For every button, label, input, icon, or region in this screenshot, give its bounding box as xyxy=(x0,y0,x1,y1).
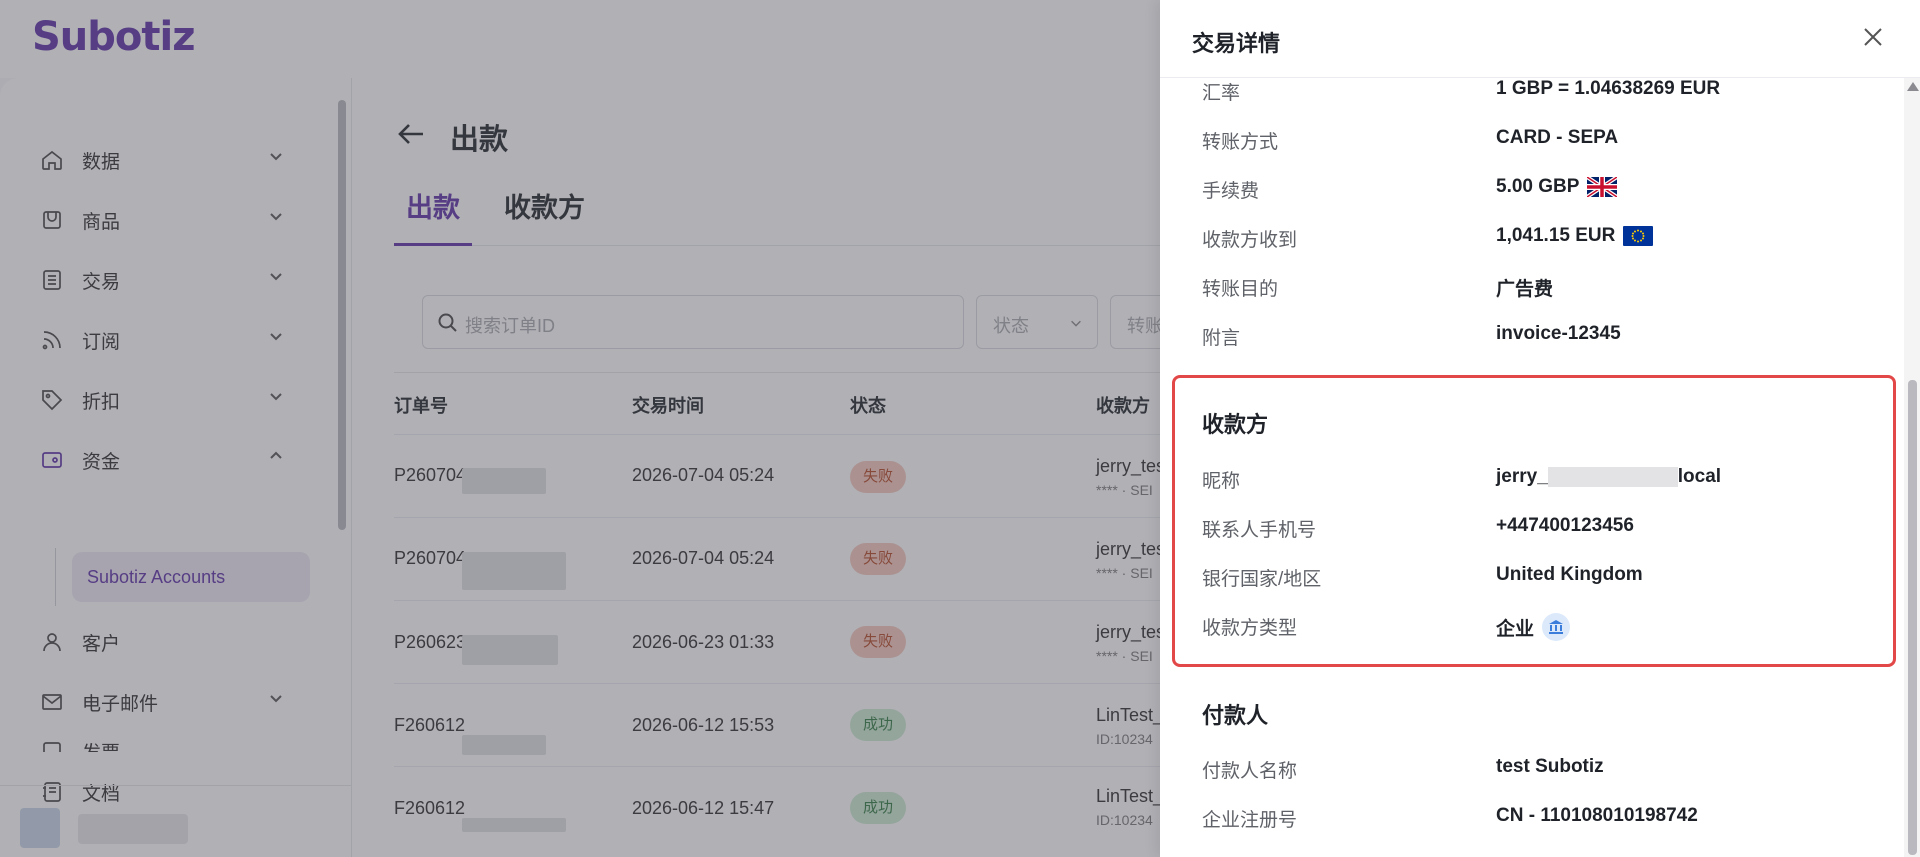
detail-label: 转账目的 xyxy=(1202,279,1279,300)
detail-value: CARD - SEPA xyxy=(1496,127,1619,148)
detail-value: CN - 110108010198742 xyxy=(1496,805,1698,826)
detail-value: invoice-12345 xyxy=(1496,323,1621,344)
detail-value: 5.00 GBP xyxy=(1496,176,1618,198)
scroll-up-arrow-icon[interactable] xyxy=(1907,82,1919,91)
detail-label: 企业注册号 xyxy=(1202,810,1298,831)
drawer-title: 交易详情 xyxy=(1192,31,1281,56)
transaction-detail-drawer: 交易详情 汇率 1 GBP = 1.04638269 EUR 转账方式 CARD… xyxy=(1160,0,1920,857)
detail-value: United Kingdom xyxy=(1496,564,1643,585)
detail-row-nickname: 昵称 jerry_ local xyxy=(1202,466,1852,496)
detail-value: 广告费 xyxy=(1496,279,1554,300)
nickname-blurred xyxy=(1547,467,1678,487)
detail-value: +447400123456 xyxy=(1496,515,1634,536)
payee-section-title: 收款方 xyxy=(1202,412,1269,437)
detail-row-bank-country: 银行国家/地区 United Kingdom xyxy=(1202,564,1852,594)
detail-row-remark: 附言 invoice-12345 xyxy=(1202,323,1852,353)
detail-row-fee: 手续费 5.00 GBP xyxy=(1202,176,1852,206)
bank-icon xyxy=(1542,613,1571,641)
detail-row-transfer-purpose: 转账目的 广告费 xyxy=(1202,274,1852,304)
detail-label: 收款方类型 xyxy=(1202,618,1298,639)
detail-row-transfer-method: 转账方式 CARD - SEPA xyxy=(1202,127,1852,157)
detail-row-payee-type: 收款方类型 企业 xyxy=(1202,613,1852,643)
detail-value: 1,041.15 EUR xyxy=(1496,225,1654,247)
payer-section-title: 付款人 xyxy=(1202,703,1269,728)
detail-value: jerry_ local xyxy=(1496,466,1722,487)
detail-value: test Subotiz xyxy=(1496,756,1604,777)
detail-label: 附言 xyxy=(1202,328,1241,349)
uk-flag-icon xyxy=(1587,177,1618,197)
drawer-scrollbar-thumb[interactable] xyxy=(1908,380,1917,855)
detail-label: 收款方收到 xyxy=(1202,230,1298,251)
close-icon[interactable] xyxy=(1862,26,1888,52)
detail-row-registration-number: 企业注册号 CN - 110108010198742 xyxy=(1202,805,1852,835)
modal-backdrop[interactable] xyxy=(0,0,1160,857)
detail-row-exchange-rate: 汇率 1 GBP = 1.04638269 EUR xyxy=(1202,78,1852,108)
detail-label: 付款人名称 xyxy=(1202,761,1298,782)
detail-row-payee-received: 收款方收到 1,041.15 EUR xyxy=(1202,225,1852,255)
eu-flag-icon xyxy=(1623,226,1654,246)
detail-row-phone: 联系人手机号 +447400123456 xyxy=(1202,515,1852,545)
detail-value: 企业 xyxy=(1496,613,1571,641)
detail-label: 银行国家/地区 xyxy=(1202,569,1322,590)
detail-label: 联系人手机号 xyxy=(1202,520,1317,541)
detail-label: 转账方式 xyxy=(1202,132,1279,153)
detail-row-payer-name: 付款人名称 test Subotiz xyxy=(1202,756,1852,786)
detail-label: 汇率 xyxy=(1202,83,1241,104)
detail-label: 手续费 xyxy=(1202,181,1260,202)
detail-value: 1 GBP = 1.04638269 EUR xyxy=(1496,78,1721,99)
drawer-header: 交易详情 xyxy=(1160,0,1920,78)
detail-label: 昵称 xyxy=(1202,471,1241,492)
